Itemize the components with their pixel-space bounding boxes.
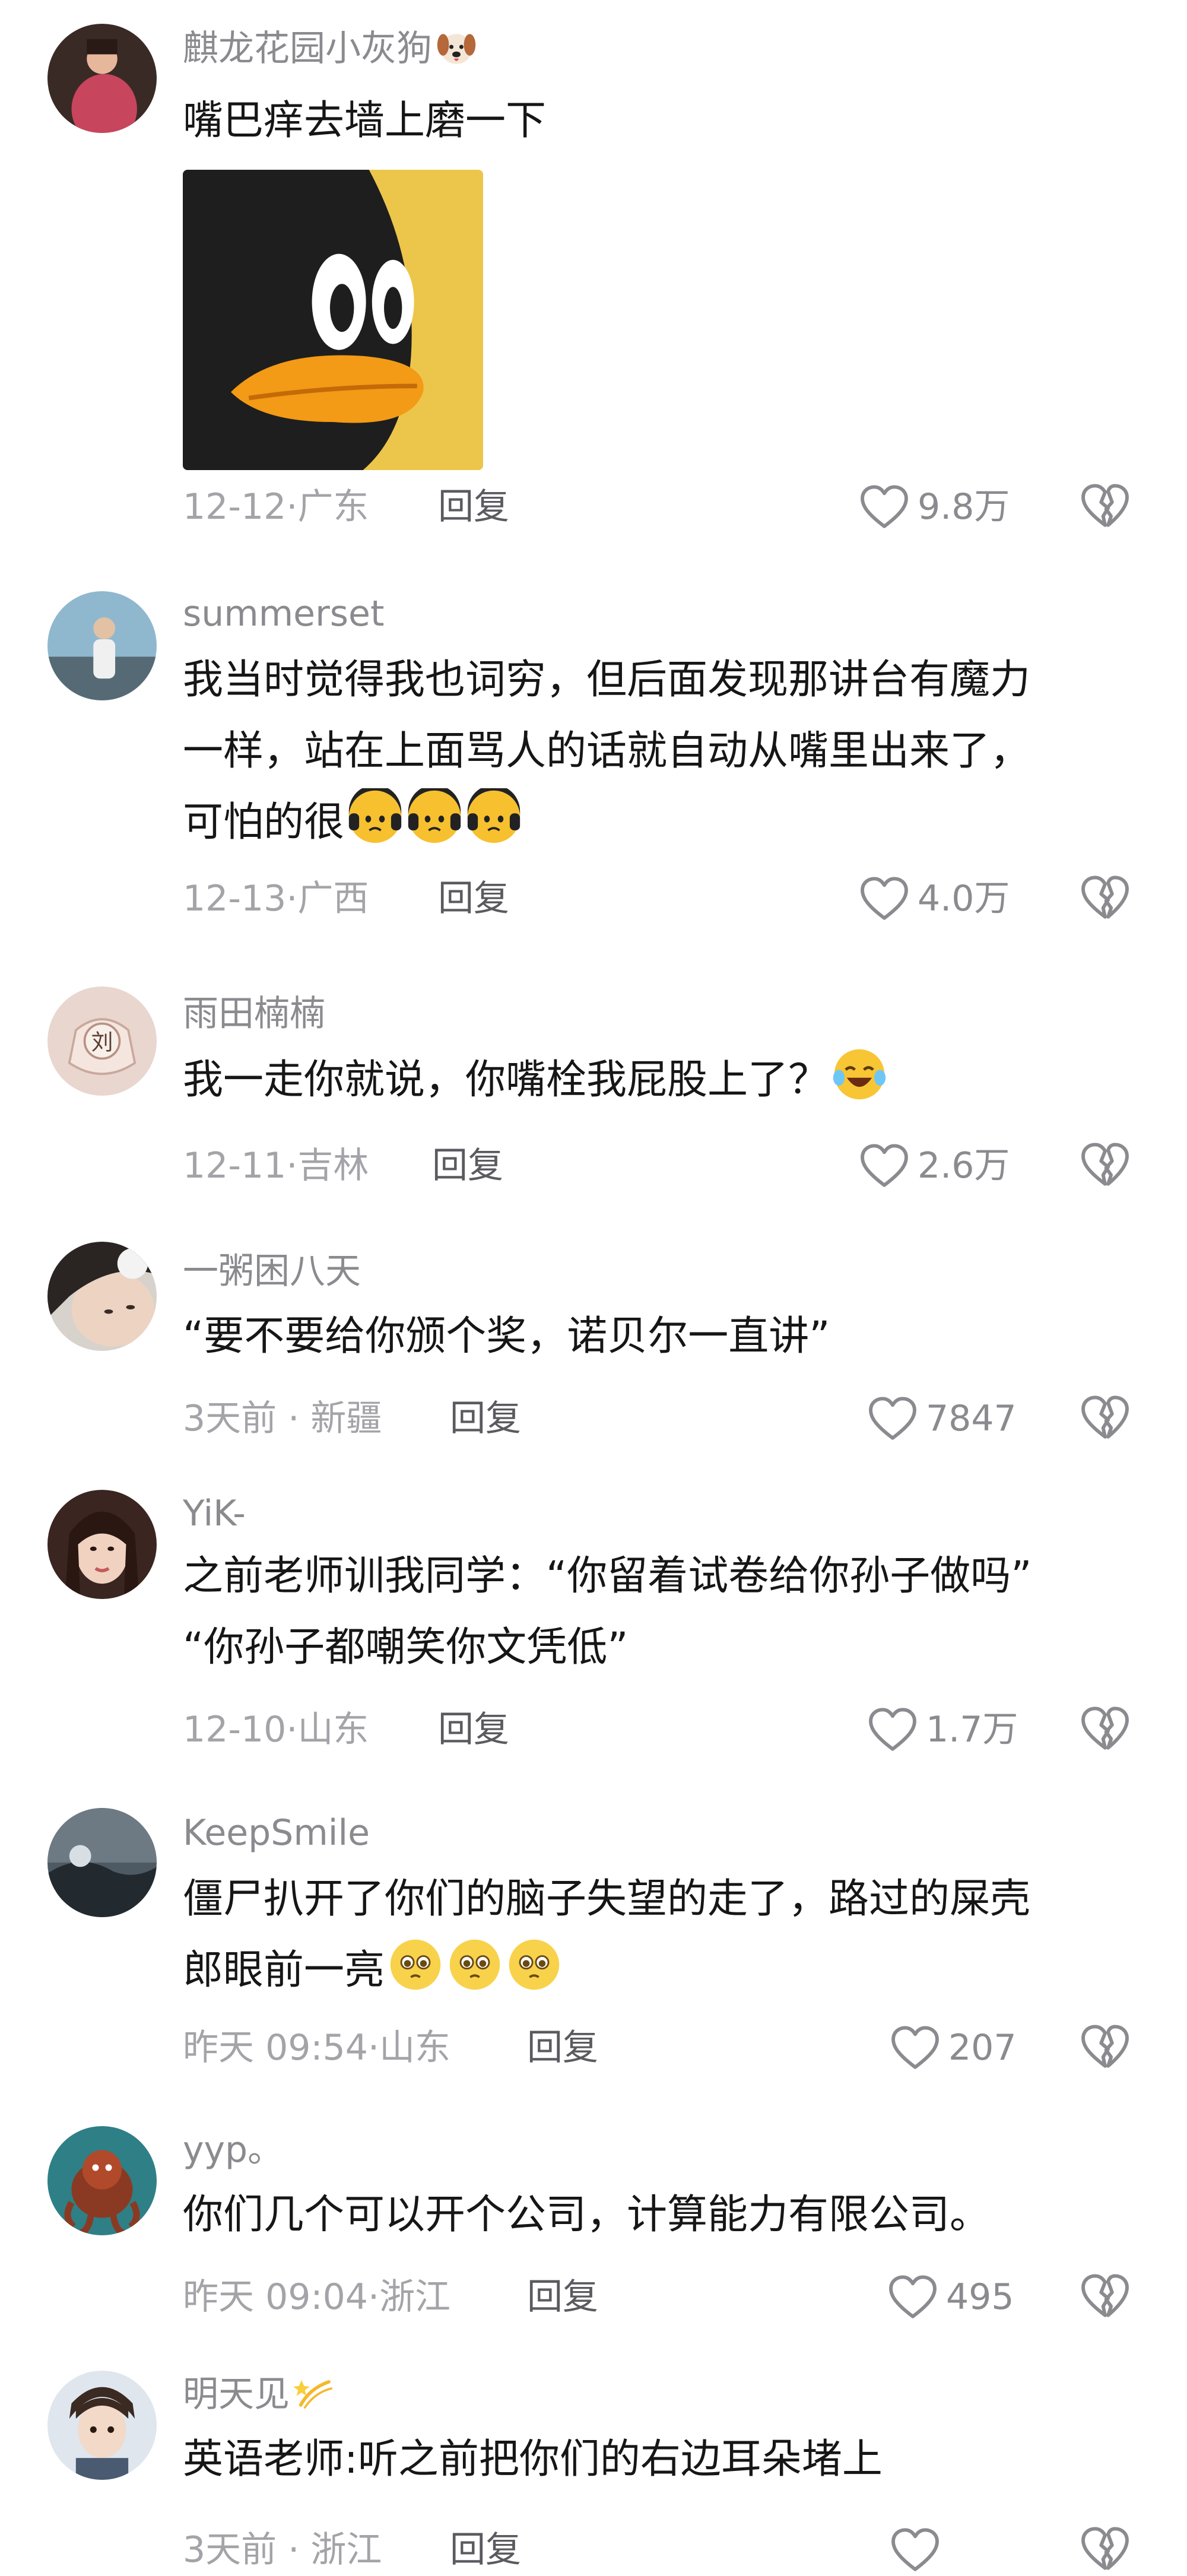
comment-username[interactable]: summerset bbox=[183, 590, 384, 637]
comment-item: 麒龙花园小灰狗 嘴巴痒去墙上磨一下 12-12·广东 回复 9.8万 bbox=[0, 0, 1187, 534]
like-count: 9.8万 bbox=[918, 486, 1010, 528]
sweating-face-emoji bbox=[406, 785, 463, 845]
comment-username[interactable]: 麒龙花园小灰狗 bbox=[183, 25, 477, 72]
dislike-button[interactable] bbox=[1080, 2024, 1130, 2071]
broken-heart-icon bbox=[1081, 1706, 1129, 1750]
broken-heart-icon bbox=[1081, 1395, 1129, 1439]
dislike-button[interactable] bbox=[1080, 1706, 1130, 1753]
dislike-button[interactable] bbox=[1080, 1395, 1130, 1442]
like-count: 7847 bbox=[926, 1398, 1017, 1439]
heart-icon bbox=[869, 1708, 916, 1751]
like-button[interactable]: 7847 bbox=[868, 1395, 1017, 1442]
comment-item: 刘 雨田楠楠 我一走你就说，你嘴栓我屁股上了？ 12-11·吉林 回复 2.6万 bbox=[0, 985, 1187, 1199]
comment-meta: 3天前 · 浙江 bbox=[183, 2529, 382, 2571]
like-button[interactable]: 9.8万 bbox=[859, 483, 1010, 531]
comment-text: “要不要给你颁个奖，诺贝尔一直讲” bbox=[183, 1313, 830, 1360]
comment-text: 英语老师:听之前把你们的右边耳朵堵上 bbox=[183, 2436, 883, 2483]
broken-heart-icon bbox=[1081, 2274, 1129, 2317]
comment-meta: 12-13·广西 bbox=[183, 878, 369, 919]
dislike-button[interactable] bbox=[1080, 2526, 1130, 2574]
like-button[interactable]: 2.6万 bbox=[859, 1142, 1010, 1189]
like-button[interactable]: 4.0万 bbox=[859, 875, 1010, 922]
reply-button[interactable]: 回复 bbox=[432, 1142, 503, 1189]
comment-username[interactable]: yyp。 bbox=[183, 2126, 283, 2174]
dizzy-emoji bbox=[293, 2372, 335, 2413]
dog-face-emoji bbox=[436, 26, 477, 68]
comment-meta: 12-11·吉林 bbox=[183, 1145, 369, 1187]
avatar[interactable] bbox=[47, 1490, 157, 1599]
reply-button[interactable]: 回复 bbox=[450, 1395, 521, 1442]
comment-username[interactable]: 一粥困八天 bbox=[183, 1248, 361, 1295]
like-button[interactable]: 207 bbox=[890, 2024, 1017, 2071]
comment-meta: 昨天 09:54·山东 bbox=[183, 2027, 451, 2069]
like-count: 1.7万 bbox=[926, 1709, 1018, 1750]
penguin-sticker[interactable] bbox=[183, 170, 483, 470]
comment-item: 明天见 英语老师:听之前把你们的右边耳朵堵上 3天前 · 浙江 回复 bbox=[0, 2368, 1187, 2576]
comment-meta: 昨天 09:04·浙江 bbox=[183, 2276, 451, 2318]
avatar[interactable] bbox=[47, 2371, 157, 2480]
svg-text:刘: 刘 bbox=[91, 1030, 113, 1055]
comment-text: 嘴巴痒去墙上磨一下 bbox=[183, 97, 547, 144]
broken-heart-icon bbox=[1081, 484, 1129, 527]
dislike-button[interactable] bbox=[1080, 1142, 1130, 1189]
comment-text: 我当时觉得我也词穷，但后面发现那讲台有魔力 一样，站在上面骂人的话就自动从嘴里出… bbox=[183, 656, 1031, 846]
like-count: 207 bbox=[948, 2027, 1017, 2069]
heart-icon bbox=[891, 2026, 939, 2069]
like-count: 2.6万 bbox=[918, 1145, 1010, 1187]
avatar[interactable] bbox=[47, 2126, 157, 2235]
heart-icon bbox=[891, 2528, 939, 2571]
comment-meta: 3天前 · 新疆 bbox=[183, 1398, 382, 1439]
avatar[interactable] bbox=[47, 24, 157, 133]
dislike-button[interactable] bbox=[1080, 875, 1130, 922]
like-count: 495 bbox=[946, 2276, 1014, 2318]
like-button[interactable]: 495 bbox=[888, 2273, 1014, 2321]
comment-username[interactable]: 明天见 bbox=[183, 2371, 335, 2418]
like-count: 4.0万 bbox=[918, 878, 1010, 919]
heart-icon bbox=[861, 485, 908, 528]
comment-username[interactable]: 雨田楠楠 bbox=[183, 990, 325, 1038]
comment-item: yyp。 你们几个可以开个公司，计算能力有限公司。 昨天 09:04·浙江 回复… bbox=[0, 2126, 1187, 2340]
broken-heart-icon bbox=[1081, 2025, 1129, 2068]
comment-text: 僵尸扒开了你们的脑子失望的走了，路过的屎壳 郎眼前一亮 bbox=[183, 1876, 1031, 1994]
crying-laughing-emoji bbox=[831, 1046, 888, 1103]
comment-text: 你们几个可以开个公司，计算能力有限公司。 bbox=[183, 2191, 991, 2238]
comment-item: KeepSmile 僵尸扒开了你们的脑子失望的走了，路过的屎壳 郎眼前一亮 昨天… bbox=[0, 1807, 1187, 2092]
dislike-button[interactable] bbox=[1080, 2273, 1130, 2321]
broken-heart-icon bbox=[1081, 875, 1129, 919]
dislike-button[interactable] bbox=[1080, 483, 1130, 531]
comment-username[interactable]: YiK- bbox=[183, 1490, 246, 1537]
comment-username[interactable]: KeepSmile bbox=[183, 1809, 370, 1857]
comment-text: 我一走你就说，你嘴栓我屁股上了？ bbox=[183, 1045, 1156, 1116]
heart-icon bbox=[861, 1144, 908, 1187]
pleading-face-emoji bbox=[506, 1936, 563, 1993]
comment-text: 之前老师训我同学：“你留着试卷给你孙子做吗” “你孙子都嘲笑你文凭低” bbox=[183, 1553, 1032, 1671]
like-button[interactable]: 1.7万 bbox=[868, 1706, 1018, 1753]
avatar[interactable] bbox=[47, 591, 157, 700]
comment-item: summerset 我当时觉得我也词穷，但后面发现那讲台有魔力 一样，站在上面骂… bbox=[0, 588, 1187, 944]
comment-meta: 12-12·广东 bbox=[183, 486, 369, 528]
like-button[interactable] bbox=[890, 2526, 940, 2574]
comment-item: YiK- 之前老师训我同学：“你留着试卷给你孙子做吗” “你孙子都嘲笑你文凭低”… bbox=[0, 1485, 1187, 1770]
reply-button[interactable]: 回复 bbox=[527, 2024, 598, 2071]
sweating-face-emoji bbox=[465, 785, 522, 845]
heart-icon bbox=[861, 877, 908, 920]
heart-icon bbox=[889, 2275, 937, 2318]
reply-button[interactable]: 回复 bbox=[438, 483, 509, 531]
sweating-face-emoji bbox=[347, 785, 404, 845]
comment-meta: 12-10·山东 bbox=[183, 1709, 369, 1750]
avatar[interactable]: 刘 bbox=[47, 986, 157, 1096]
comment-item: 一粥困八天 “要不要给你颁个奖，诺贝尔一直讲” 3天前 · 新疆 回复 7847 bbox=[0, 1239, 1187, 1453]
broken-heart-icon bbox=[1081, 1143, 1129, 1186]
reply-button[interactable]: 回复 bbox=[438, 1706, 509, 1753]
pleading-face-emoji bbox=[387, 1936, 444, 1993]
avatar[interactable] bbox=[47, 1808, 157, 1917]
reply-button[interactable]: 回复 bbox=[438, 875, 509, 922]
heart-icon bbox=[869, 1397, 916, 1440]
pleading-face-emoji bbox=[446, 1936, 503, 1993]
reply-button[interactable]: 回复 bbox=[450, 2526, 521, 2574]
reply-button[interactable]: 回复 bbox=[527, 2273, 598, 2321]
broken-heart-icon bbox=[1081, 2527, 1129, 2570]
avatar[interactable] bbox=[47, 1242, 157, 1351]
